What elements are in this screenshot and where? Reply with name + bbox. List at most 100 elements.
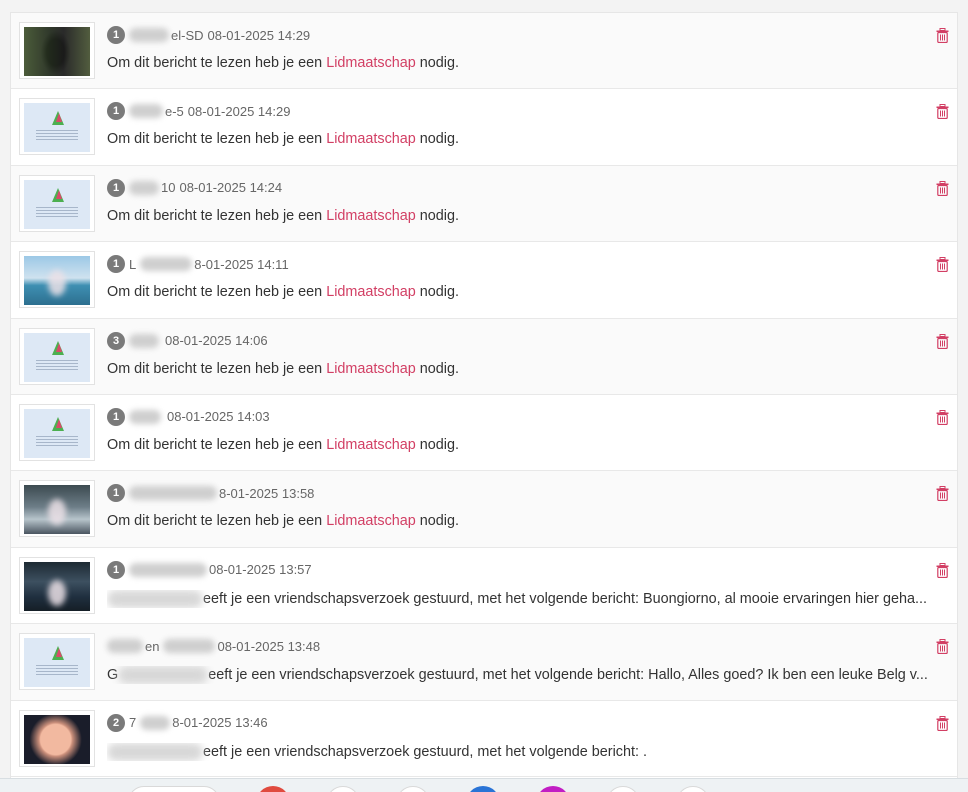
message-preview: Om dit bericht te lezen heb je een Lidma…: [107, 361, 949, 377]
trash-icon[interactable]: [936, 715, 949, 731]
avatar[interactable]: [19, 98, 95, 156]
membership-link[interactable]: Lidmaatschap: [326, 284, 416, 300]
locked-suffix: nodig.: [419, 436, 460, 453]
message-date: 8-01-2025 14:11: [194, 256, 289, 272]
message-list: 1 el-SD 08-01-2025 14:29 Om dit bericht …: [10, 12, 958, 778]
locked-suffix: nodig.: [419, 55, 460, 71]
locked-text: Om dit bericht te lezen heb je een: [107, 513, 323, 530]
sender-name-redacted: [129, 409, 161, 424]
message-row[interactable]: 1 08-01-2025 13:57 eeft je een vriendsch…: [11, 547, 957, 625]
membership-link[interactable]: Lidmaatschap: [326, 55, 416, 71]
trash-icon[interactable]: [936, 28, 949, 43]
message-preview: Om dit bericht te lezen heb je een Lidma…: [107, 513, 949, 529]
toolbar-search-pill[interactable]: [128, 786, 220, 792]
membership-link[interactable]: Lidmaatschap: [326, 361, 416, 377]
trash-icon[interactable]: [936, 486, 949, 502]
toolbar-button[interactable]: [676, 786, 710, 792]
toolbar-button[interactable]: [326, 786, 360, 792]
friend-request-text: eeft je een vriendschapsverzoek gestuurd…: [208, 666, 928, 683]
message-row[interactable]: en 08-01-2025 13:48 Geeft je een vriends…: [11, 624, 957, 701]
message-date: 8-01-2025 13:46: [172, 715, 268, 731]
sender-name[interactable]: e-5: [165, 104, 184, 119]
message-row[interactable]: 3 08-01-2025 14:06 Om dit bericht te lez…: [11, 318, 957, 395]
message-header: 1 L 8-01-2025 14:11: [107, 255, 289, 274]
message-date: 8-01-2025 13:58: [219, 485, 315, 501]
sender-name[interactable]: en: [145, 639, 159, 654]
avatar[interactable]: [19, 22, 95, 79]
avatar[interactable]: [19, 709, 95, 767]
sender-name-redacted: [129, 180, 159, 195]
message-count-badge: 1: [107, 484, 125, 503]
message-header: en 08-01-2025 13:48: [107, 637, 320, 655]
avatar-placeholder-logo: [24, 332, 90, 382]
avatar[interactable]: [19, 327, 95, 385]
avatar[interactable]: [19, 556, 95, 614]
message-row[interactable]: 1 L 8-01-2025 14:11 Om dit bericht te le…: [11, 242, 957, 319]
toolbar-purple-button[interactable]: [536, 786, 570, 792]
blurred-face: [48, 270, 66, 297]
message-count-badge: 1: [107, 102, 125, 121]
sender-name-redacted: [129, 562, 207, 577]
sender-name[interactable]: 7: [129, 715, 136, 730]
toolbar-blue-button[interactable]: [466, 786, 500, 792]
message-date: 08-01-2025 14:29: [187, 103, 291, 119]
membership-link[interactable]: Lidmaatschap: [326, 437, 416, 453]
message-count-badge: 1: [107, 407, 125, 426]
message-preview: Om dit bericht te lezen heb je een Lidma…: [107, 55, 949, 71]
message-row[interactable]: 1 el-SD 08-01-2025 14:29 Om dit bericht …: [11, 13, 957, 90]
message-row[interactable]: 2 7 8-01-2025 13:46 eeft je een vriendsc…: [11, 700, 957, 777]
locked-text: Om dit bericht te lezen heb je een: [107, 360, 323, 377]
avatar[interactable]: [19, 480, 95, 538]
message-preview: Om dit bericht te lezen heb je een Lidma…: [107, 208, 949, 224]
message-count-badge: 1: [107, 178, 125, 197]
trash-icon[interactable]: [936, 104, 949, 120]
logo-icon: [52, 111, 64, 126]
message-row[interactable]: 1 8-01-2025 13:58 Om dit bericht te leze…: [11, 471, 957, 548]
trash-icon[interactable]: [936, 562, 949, 578]
message-preview: Om dit bericht te lezen heb je een Lidma…: [107, 437, 949, 453]
avatar-placeholder-logo: [24, 408, 90, 458]
locked-suffix: nodig.: [419, 207, 460, 224]
avatar[interactable]: [19, 174, 95, 232]
sender-name-redacted: [129, 28, 169, 42]
membership-link[interactable]: Lidmaatschap: [326, 208, 416, 224]
avatar[interactable]: [19, 251, 95, 309]
message-header: 1 08-01-2025 14:03: [107, 407, 270, 426]
logo-text-lines: [36, 665, 78, 678]
message-row[interactable]: 1 e-5 08-01-2025 14:29 Om dit bericht te…: [11, 89, 957, 166]
trash-icon[interactable]: [936, 333, 949, 349]
sender-name-redacted: [107, 639, 143, 654]
membership-link[interactable]: Lidmaatschap: [326, 131, 416, 147]
sender-name-redacted: [129, 104, 163, 119]
logo-icon: [52, 416, 64, 431]
sender-name-redacted: [140, 257, 193, 272]
logo-icon: [52, 340, 64, 355]
toolbar-button[interactable]: [396, 786, 430, 792]
message-date: 08-01-2025 14:24: [179, 180, 283, 196]
sender-name[interactable]: 10: [161, 180, 175, 195]
trash-icon[interactable]: [936, 409, 949, 425]
membership-link[interactable]: Lidmaatschap: [326, 513, 416, 529]
message-row[interactable]: 1 08-01-2025 14:03 Om dit bericht te lez…: [11, 394, 957, 472]
message-count-badge: 1: [107, 255, 125, 274]
message-header: 2 7 8-01-2025 13:46: [107, 713, 268, 732]
locked-text: Om dit bericht te lezen heb je een: [107, 207, 323, 224]
avatar-image: [24, 256, 90, 306]
trash-icon[interactable]: [936, 180, 949, 196]
trash-icon[interactable]: [936, 257, 949, 273]
blurred-face: [48, 579, 66, 606]
message-date: 08-01-2025 14:06: [165, 333, 268, 349]
avatar[interactable]: [19, 633, 95, 691]
message-date: 08-01-2025 13:57: [209, 562, 312, 578]
message-count-badge: 1: [107, 560, 125, 579]
toolbar-red-button[interactable]: [256, 786, 290, 792]
sender-name[interactable]: L: [129, 257, 136, 272]
avatar-image: [24, 561, 90, 611]
blurred-face: [48, 499, 66, 526]
sender-name[interactable]: el-SD: [171, 28, 204, 43]
avatar[interactable]: [19, 403, 95, 461]
sender-name-redacted: [107, 742, 203, 761]
toolbar-button[interactable]: [606, 786, 640, 792]
trash-icon[interactable]: [936, 639, 949, 655]
message-row[interactable]: 1 10 08-01-2025 14:24 Om dit bericht te …: [11, 165, 957, 243]
